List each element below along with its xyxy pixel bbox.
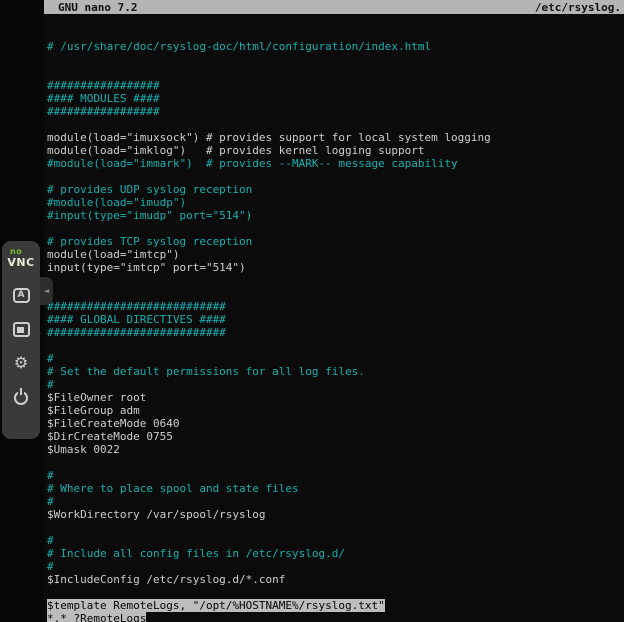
editor-line (47, 53, 624, 66)
nano-version: GNU nano 7.2 (58, 1, 137, 14)
editor-line: # Set the default permissions for all lo… (47, 365, 624, 378)
editor-line: $template RemoteLogs, "/opt/%HOSTNAME%/r… (47, 599, 624, 612)
control-bar-handle[interactable]: ◄ (40, 277, 53, 305)
editor-line: $FileGroup adm (47, 404, 624, 417)
keyboard-a-icon: A (13, 288, 30, 303)
novnc-control-bar: no VNC A ⚙ (2, 241, 40, 439)
editor-line: $DirCreateMode 0755 (47, 430, 624, 443)
editor-line: # provides UDP syslog reception (47, 183, 624, 196)
editor-line (47, 274, 624, 287)
editor-line: # (47, 495, 624, 508)
editor-line: #### GLOBAL DIRECTIVES #### (47, 313, 624, 326)
editor-line (47, 222, 624, 235)
collapse-arrow-icon: ◄ (44, 287, 49, 295)
editor-line: #### MODULES #### (47, 92, 624, 105)
nano-titlebar: GNU nano 7.2 /etc/rsyslog. (44, 0, 624, 14)
editor-line: $FileOwner root (47, 391, 624, 404)
editor-line: # /usr/share/doc/rsyslog-doc/html/config… (47, 40, 624, 53)
settings-button[interactable]: ⚙ (9, 351, 33, 375)
editor-line: #input(type="imudp" port="514") (47, 209, 624, 222)
novnc-logo-no: no (2, 247, 40, 256)
editor-line (47, 456, 624, 469)
editor-lines: # /usr/share/doc/rsyslog-doc/html/config… (47, 40, 624, 622)
editor-line: ########################### (47, 326, 624, 339)
editor-line: # (47, 469, 624, 482)
editor-line (47, 170, 624, 183)
editor-line: $IncludeConfig /etc/rsyslog.d/*.conf (47, 573, 624, 586)
editor-line (47, 66, 624, 79)
power-button[interactable] (9, 384, 33, 408)
vnc-screen: GNU nano 7.2 /etc/rsyslog. # /usr/share/… (0, 0, 624, 622)
novnc-logo: no VNC (2, 247, 40, 269)
editor-line (47, 118, 624, 131)
editor-line: $Umask 0022 (47, 443, 624, 456)
gear-icon: ⚙ (14, 355, 28, 371)
editor-line: # (47, 352, 624, 365)
editor-line: *.* ?RemoteLogs (47, 612, 624, 622)
editor-line: ################# (47, 105, 624, 118)
editor-line: #module(load="immark") # provides --MARK… (47, 157, 624, 170)
novnc-logo-vnc: VNC (2, 256, 40, 269)
editor-line (47, 521, 624, 534)
editor-line: # Where to place spool and state files (47, 482, 624, 495)
editor-line: # (47, 378, 624, 391)
editor-line: # provides TCP syslog reception (47, 235, 624, 248)
editor-line: ################# (47, 79, 624, 92)
editor-line: #module(load="imudp") (47, 196, 624, 209)
power-icon (14, 391, 28, 405)
editor-line: # Include all config files in /etc/rsysl… (47, 547, 624, 560)
editor-line (47, 287, 624, 300)
fullscreen-button[interactable] (9, 317, 33, 341)
file-path: /etc/rsyslog. (535, 1, 621, 14)
editor-line: $WorkDirectory /var/spool/rsyslog (47, 508, 624, 521)
editor-line: $FileCreateMode 0640 (47, 417, 624, 430)
fullscreen-icon (13, 322, 30, 337)
editor-line: # (47, 560, 624, 573)
editor-line: # (47, 534, 624, 547)
editor-line: module(load="imklog") # provides kernel … (47, 144, 624, 157)
extra-keys-button[interactable]: A (9, 283, 33, 307)
editor-line: module(load="imtcp") (47, 248, 624, 261)
editor-line: module(load="imuxsock") # provides suppo… (47, 131, 624, 144)
terminal-editor[interactable]: # /usr/share/doc/rsyslog-doc/html/config… (44, 14, 624, 622)
editor-line: input(type="imtcp" port="514") (47, 261, 624, 274)
editor-line (47, 339, 624, 352)
editor-line: ########################### (47, 300, 624, 313)
editor-line (47, 586, 624, 599)
